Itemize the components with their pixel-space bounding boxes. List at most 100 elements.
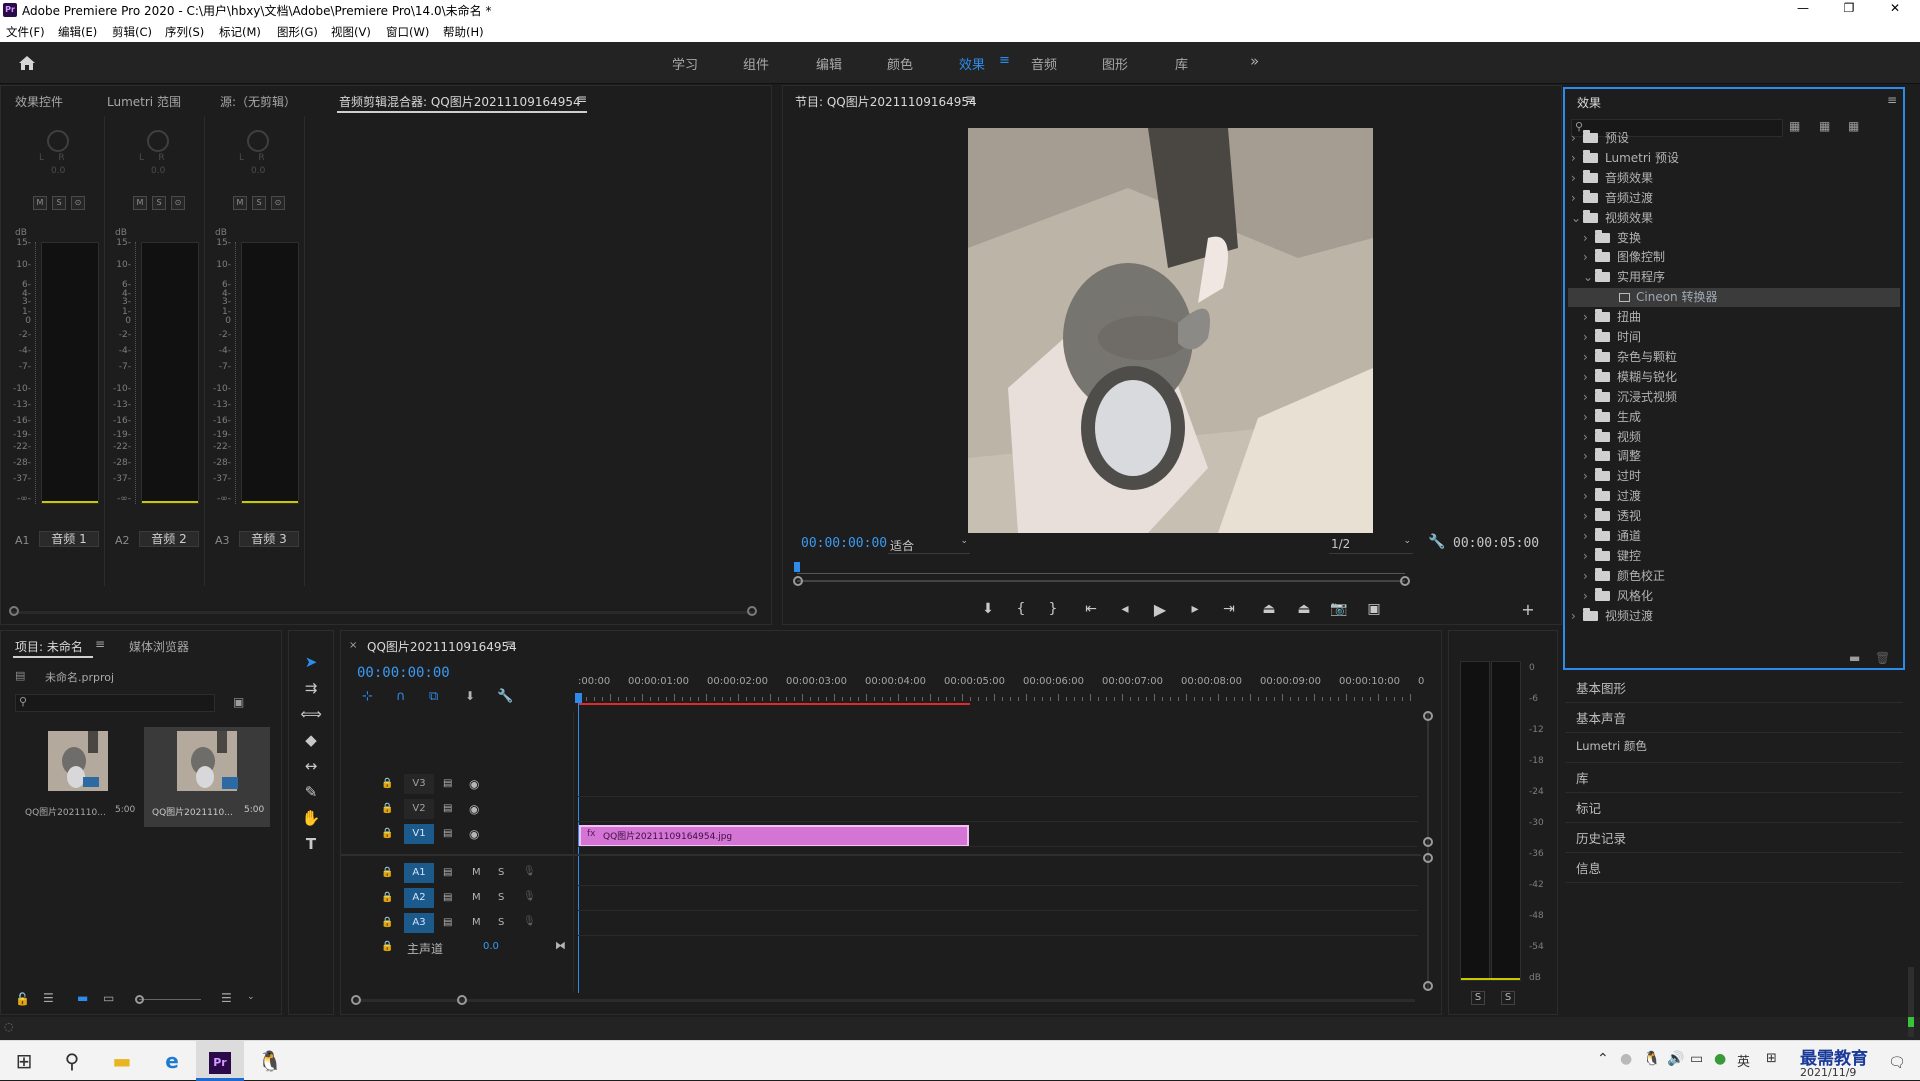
chevron-right-icon[interactable]: › [1583, 549, 1595, 563]
track-lock-icon[interactable]: 🔒 [381, 778, 393, 789]
go-to-end-icon[interactable]: ⧓ [555, 939, 566, 952]
chevron-right-icon[interactable]: › [1583, 469, 1595, 483]
header-divider[interactable] [573, 711, 574, 991]
play-icon[interactable]: ▶ [1149, 600, 1171, 619]
pan-knob[interactable] [247, 130, 269, 152]
effects-tree-item[interactable]: › 预设 [1571, 129, 1629, 148]
tab-audio-clip-mixer[interactable]: 音频剪辑混合器: QQ图片20211109164954 [339, 93, 581, 110]
chevron-right-icon[interactable]: › [1583, 529, 1595, 543]
sync-lock-icon[interactable]: ▤ [443, 828, 452, 839]
eye-visibility-icon[interactable]: ◉ [469, 802, 479, 816]
menu-marker[interactable]: 标记(M) [219, 24, 261, 40]
chevron-right-icon[interactable]: › [1583, 489, 1595, 503]
accelerated-effects-icon[interactable]: ▦ [1789, 119, 1800, 133]
step-forward-icon[interactable]: ▸ [1184, 601, 1206, 617]
video-track-label[interactable]: V3 [404, 774, 434, 794]
collapsed-panel-tab[interactable]: 历史记录 [1576, 828, 1626, 847]
voiceover-mic-icon[interactable]: 🎙 [523, 866, 536, 877]
effects-tree-item[interactable]: › 调整 [1583, 447, 1641, 466]
go-to-in-icon[interactable]: ⇤ [1080, 601, 1102, 617]
project-item-thumbnail-selected[interactable]: QQ图片2021110... 5:00 [144, 727, 270, 827]
workspace-color[interactable]: 颜色 [887, 54, 913, 73]
solo-left-button[interactable]: S [1471, 991, 1485, 1005]
snap-magnet-icon[interactable]: ∩ [396, 689, 406, 704]
zoom-scrollbar[interactable] [797, 580, 1405, 582]
scroll-handle-left[interactable] [9, 606, 19, 616]
volume-fader-track[interactable] [135, 242, 138, 504]
track-lock-icon[interactable]: 🔒 [381, 803, 393, 814]
export-frame-camera-icon[interactable]: 📷 [1328, 601, 1350, 617]
type-tool-icon[interactable]: T [297, 835, 325, 859]
chevron-down-icon[interactable]: ⌄ [247, 992, 255, 1002]
eye-visibility-icon[interactable]: ◉ [469, 827, 479, 841]
pen-tool-icon[interactable]: ✎ [297, 783, 325, 807]
effects-tree-item[interactable]: › 视频过渡 [1571, 607, 1653, 626]
network-icon[interactable]: ▭ [1690, 1051, 1703, 1067]
effects-tree-item[interactable]: › 通道 [1583, 527, 1641, 546]
chevron-down-icon[interactable]: ⌄ [1583, 270, 1595, 284]
effects-tree-item[interactable]: ⌄ 实用程序 [1583, 268, 1665, 287]
solo-button[interactable]: S [52, 196, 66, 210]
tab-lumetri-scopes[interactable]: Lumetri 范围 [107, 93, 181, 110]
ripple-edit-tool-icon[interactable]: ⟺ [297, 705, 325, 729]
av-divider[interactable] [341, 854, 1421, 856]
time-ruler[interactable]: :00:00 00:00:01:00 00:00:02:00 00:00:03:00 0… [578, 676, 1430, 716]
nest-toggle-icon[interactable]: ⊹ [362, 689, 373, 704]
mute-track-button[interactable]: M [472, 867, 481, 878]
file-explorer-icon[interactable]: ▬ [98, 1041, 146, 1081]
freeform-view-icon[interactable]: ▭ [103, 991, 114, 1005]
step-back-icon[interactable]: ◂ [1114, 601, 1136, 617]
workspace-libraries[interactable]: 库 [1175, 54, 1188, 73]
mute-track-button[interactable]: M [472, 917, 481, 928]
solo-right-button[interactable]: S [1501, 991, 1515, 1005]
sort-icons-icon[interactable]: ☰ [221, 991, 232, 1005]
workspace-graphics[interactable]: 图形 [1102, 54, 1128, 73]
timeline-playhead-handle[interactable] [575, 693, 582, 703]
menu-file[interactable]: 文件(F) [6, 24, 45, 40]
extract-icon[interactable]: ⏏ [1293, 601, 1315, 617]
video-track-label[interactable]: V1 [404, 824, 434, 844]
effects-tree-item[interactable]: › 音频过渡 [1571, 189, 1653, 208]
menu-graphics[interactable]: 图形(G) [277, 24, 318, 40]
chevron-right-icon[interactable]: › [1583, 509, 1595, 523]
track-lock-icon[interactable]: 🔒 [381, 941, 393, 952]
project-search-input[interactable]: ⚲ [15, 694, 215, 712]
mark-out-icon[interactable]: } [1042, 601, 1064, 617]
workspace-menu-icon[interactable]: ≡ [999, 53, 1010, 68]
more-workspaces-icon[interactable]: » [1250, 52, 1259, 70]
yuv-effects-icon[interactable]: ▦ [1848, 119, 1859, 133]
menu-view[interactable]: 视图(V) [331, 24, 371, 40]
mute-button[interactable]: M [233, 196, 247, 210]
windows-start-icon[interactable]: ⊞ [0, 1041, 48, 1081]
record-button[interactable]: ⊙ [171, 196, 185, 210]
track-lock-icon[interactable]: 🔒 [381, 867, 393, 878]
button-editor-plus-icon[interactable]: + [1517, 600, 1539, 619]
close-sequence-tab-icon[interactable]: × [349, 640, 357, 651]
effects-tree-item[interactable]: › 风格化 [1583, 587, 1653, 606]
edge-browser-icon[interactable]: e [148, 1041, 196, 1081]
panel-menu-icon[interactable]: ≡ [505, 637, 515, 651]
tab-media-browser[interactable]: 媒体浏览器 [129, 638, 189, 655]
effects-tree-item[interactable]: › 透视 [1583, 507, 1641, 526]
audio-track-label[interactable]: A2 [404, 888, 434, 908]
effects-tree-item[interactable]: ⌄ 视频效果 [1571, 209, 1653, 228]
comparison-view-icon[interactable]: ▣ [1363, 601, 1385, 617]
timeline-clip-v1[interactable]: fx QQ图片20211109164954.jpg [579, 825, 969, 847]
collapsed-panel-tab[interactable]: 标记 [1576, 798, 1601, 817]
go-to-out-icon[interactable]: ⇥ [1218, 601, 1240, 617]
minimize-button[interactable]: — [1780, 1, 1826, 19]
effects-tree-item[interactable]: › 图像控制 [1583, 248, 1665, 267]
effects-tree-item[interactable]: › 时间 [1583, 328, 1641, 347]
scroll-handle[interactable] [1423, 837, 1433, 847]
solo-button[interactable]: S [152, 196, 166, 210]
chevron-right-icon[interactable]: › [1571, 171, 1583, 185]
qq-icon[interactable]: 🐧 [246, 1041, 294, 1081]
effects-tree-item[interactable]: Cineon 转换器 [1568, 288, 1900, 308]
qq-tray-icon[interactable]: 🐧 [1643, 1051, 1660, 1067]
record-button[interactable]: ⊙ [271, 196, 285, 210]
sync-lock-icon[interactable]: ▤ [443, 778, 452, 789]
security-icon[interactable]: ● [1714, 1051, 1726, 1067]
premiere-taskbar-icon[interactable]: Pr [196, 1041, 244, 1081]
eye-visibility-icon[interactable]: ◉ [469, 777, 479, 791]
notification-icon[interactable]: 🗨 [1888, 1055, 1906, 1071]
